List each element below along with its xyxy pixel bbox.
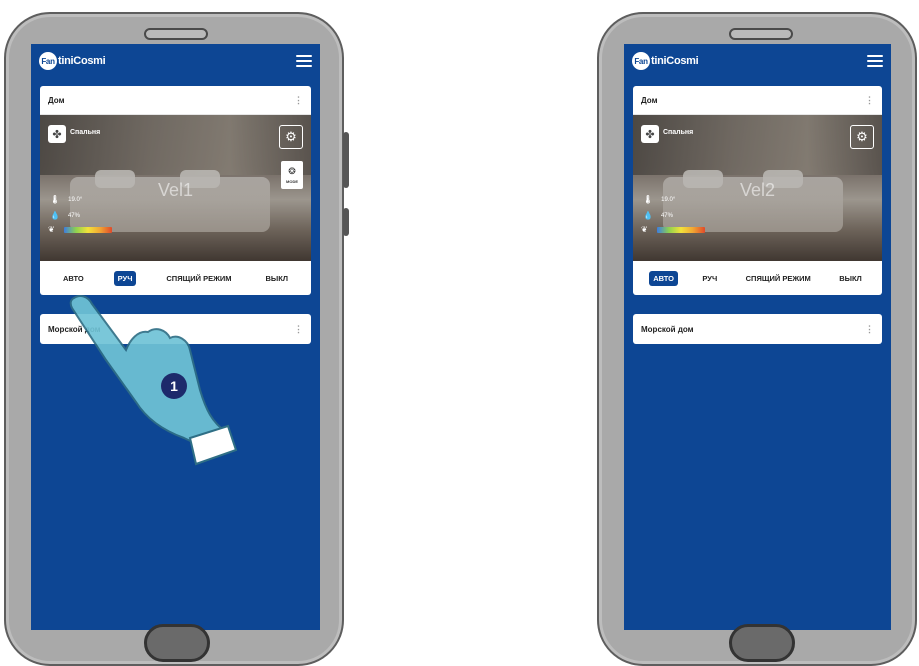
humidity-stat: 💧 47% xyxy=(643,211,673,220)
speaker-slot xyxy=(144,28,208,40)
speaker-slot xyxy=(729,28,793,40)
efficiency-bar xyxy=(64,227,112,233)
sea-house-header[interactable]: Морской дом ⋮ xyxy=(633,314,882,344)
tab-auto[interactable]: АВТО xyxy=(649,270,678,286)
home-card: Дом ⋮ ✤ Спальня ⚙ 🌡 19.0° 💧 47% Vel2 ❦ АВТ… xyxy=(633,86,882,295)
logo-text: tiniCosmi xyxy=(651,55,699,67)
more-vert-icon[interactable]: ⋮ xyxy=(865,95,874,105)
home-card: Дом ⋮ ✤ Спальня ⚙ ❂ MODE 🌡 19.0° 💧 47% Vel… xyxy=(40,86,311,295)
home-card-header[interactable]: Дом ⋮ xyxy=(633,86,882,115)
logo-badge: Fan xyxy=(632,52,650,70)
humidity-icon: 💧 xyxy=(50,211,60,220)
room-name: Спальня xyxy=(663,129,694,136)
sea-house-card[interactable]: Морской дом ⋮ xyxy=(633,314,882,344)
velocity-label: Vel1 xyxy=(157,180,194,200)
gear-icon[interactable]: ⚙ xyxy=(850,125,874,149)
home-card-title: Дом xyxy=(48,95,65,105)
logo-badge: Fan xyxy=(39,52,57,70)
fan-icon: ✤ xyxy=(641,125,659,143)
hamburger-icon[interactable] xyxy=(296,55,312,67)
humidity-stat: 💧 47% xyxy=(50,211,80,220)
tab-auto[interactable]: АВТО xyxy=(59,271,88,286)
phone-right: Fan tiniCosmi Дом ⋮ ✤ Спальня ⚙ 🌡 19.0° 💧… xyxy=(597,12,917,666)
app-bar: Fan tiniCosmi xyxy=(624,44,891,78)
room-name: Спальня xyxy=(70,129,101,136)
step-number: 1 xyxy=(170,378,178,394)
app-bar: Fan tiniCosmi xyxy=(31,44,320,78)
tab-manual[interactable]: РУЧ xyxy=(113,270,137,286)
leaf-icon: ❦ xyxy=(48,225,55,234)
humidity-icon: 💧 xyxy=(643,211,653,220)
efficiency-bar xyxy=(657,227,705,233)
room-photo: ✤ Спальня ⚙ 🌡 19.0° 💧 47% Vel2 ❦ xyxy=(633,115,882,261)
gear-icon[interactable]: ⚙ xyxy=(279,125,303,149)
side-button-lower xyxy=(343,208,349,236)
tab-manual[interactable]: РУЧ xyxy=(698,271,721,286)
tab-off[interactable]: ВЫКЛ xyxy=(261,271,292,286)
mode-tabs: АВТО РУЧ СПЯЩИЙ РЕЖИМ ВЫКЛ xyxy=(633,261,882,295)
tab-sleep[interactable]: СПЯЩИЙ РЕЖИМ xyxy=(162,271,235,286)
app-screen: Fan tiniCosmi Дом ⋮ ✤ Спальня ⚙ 🌡 19.0° 💧… xyxy=(624,44,891,630)
fan-mode-icon: ❂ xyxy=(288,166,296,176)
brand-logo: Fan tiniCosmi xyxy=(39,52,106,70)
velocity-label: Vel2 xyxy=(739,180,776,200)
tab-sleep[interactable]: СПЯЩИЙ РЕЖИМ xyxy=(742,271,815,286)
home-button[interactable] xyxy=(729,624,795,662)
home-card-title: Дом xyxy=(641,95,658,105)
side-button-upper xyxy=(343,132,349,188)
pointing-hand-illustration: 1 xyxy=(69,295,238,466)
home-button[interactable] xyxy=(144,624,210,662)
more-vert-icon[interactable]: ⋮ xyxy=(865,324,874,334)
sea-house-title: Морской дом xyxy=(641,324,694,334)
brand-logo: Fan tiniCosmi xyxy=(632,52,699,70)
room-photo: ✤ Спальня ⚙ ❂ MODE 🌡 19.0° 💧 47% Vel1 ❦ xyxy=(40,115,311,261)
leaf-icon: ❦ xyxy=(641,225,648,234)
more-vert-icon[interactable]: ⋮ xyxy=(294,324,303,334)
humidity-value: 47% xyxy=(67,212,80,219)
home-card-header[interactable]: Дом ⋮ xyxy=(40,86,311,115)
more-vert-icon[interactable]: ⋮ xyxy=(294,95,303,105)
fan-icon: ✤ xyxy=(48,125,66,143)
hamburger-icon[interactable] xyxy=(867,55,883,67)
humidity-value: 47% xyxy=(660,212,673,219)
logo-text: tiniCosmi xyxy=(58,55,106,67)
tab-off[interactable]: ВЫКЛ xyxy=(835,271,866,286)
